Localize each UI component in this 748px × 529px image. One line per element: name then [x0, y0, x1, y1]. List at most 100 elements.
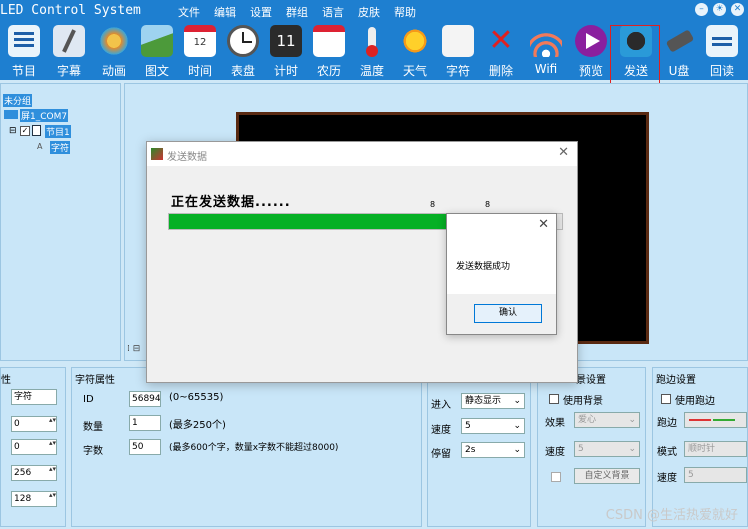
chars-hint: (最多600个字，数量x字数不能超过8000): [169, 443, 339, 453]
toolbar-delete-button[interactable]: ✕ 删除: [479, 22, 523, 80]
char-properties-panel: 字符属性 ID 56894 (0~65535) 数量 1 (最多250个) 字数…: [71, 367, 422, 527]
delete-icon: ✕: [488, 25, 514, 57]
app-title: LED Control System: [0, 3, 141, 18]
toolbar-preview-button[interactable]: 预览: [569, 22, 613, 80]
program-checkbox[interactable]: ✓: [20, 126, 30, 136]
tree-program-node[interactable]: 节目1: [45, 125, 71, 138]
program-tree-panel: 未分组 屏1_COM7 ⊟ ✓ 节目1 A͏ 字符: [0, 83, 121, 361]
border-speed-select[interactable]: 5: [684, 467, 747, 483]
send-dialog-title: 发送数据: [167, 152, 207, 163]
program-icon-small: [32, 125, 41, 136]
canvas-handle-icon: ⁞ ⊟: [127, 344, 141, 354]
toolbar-weather-button[interactable]: 天气: [393, 22, 437, 80]
border-style-select[interactable]: [684, 412, 747, 428]
toolbar-time-button[interactable]: 12 时间: [178, 22, 222, 80]
menu-file[interactable]: 文件: [178, 4, 200, 20]
custom-background-button[interactable]: 自定义背景: [574, 468, 640, 484]
pos-x-stepper[interactable]: 0: [11, 416, 57, 432]
tree-character-node[interactable]: 字符: [50, 141, 71, 154]
usb-drive-icon: [663, 25, 695, 57]
lunar-calendar-icon: [313, 25, 345, 57]
app-logo-icon: [151, 148, 163, 160]
border-style-swatch: [689, 419, 711, 421]
menu-edit[interactable]: 编辑: [214, 4, 236, 20]
bg-effect-select[interactable]: 爱心 ⌄: [574, 412, 640, 428]
id-field[interactable]: 56894: [129, 391, 161, 407]
toolbar-character-button[interactable]: 字符: [436, 22, 480, 80]
toolbar-readback-button[interactable]: 回读: [700, 22, 744, 80]
char-properties-header: 字符属性: [75, 375, 115, 386]
thermometer-icon: [356, 25, 388, 57]
clock-icon: [227, 25, 259, 57]
close-icon[interactable]: ✕: [538, 217, 549, 232]
menu-bar: 文件 编辑 设置 群组 语言 皮肤 帮助: [178, 4, 430, 20]
minimize-icon[interactable]: –: [695, 3, 708, 16]
border-style-label: 跑边: [657, 418, 677, 429]
border-settings-panel: 跑边设置 使用跑边 跑边 模式 顺时针 速度 5: [652, 367, 748, 527]
width-stepper[interactable]: 256: [11, 465, 57, 481]
collapse-icon[interactable]: ⊟: [9, 126, 17, 136]
chevron-down-icon: ⌄: [513, 421, 521, 431]
menu-skin[interactable]: 皮肤: [358, 4, 380, 20]
bg-speed-label: 速度: [545, 447, 565, 458]
close-icon[interactable]: ✕: [731, 3, 744, 16]
chevron-down-icon: ⌄: [628, 444, 636, 454]
animation-icon: [98, 25, 130, 57]
menu-help[interactable]: 帮助: [394, 4, 416, 20]
chevron-down-icon: ⌄: [513, 445, 521, 455]
stay-time-select[interactable]: 2s ⌄: [461, 442, 525, 458]
success-dialog-body: ✕ 发送数据成功: [447, 214, 556, 294]
bg-effect-label: 效果: [545, 418, 565, 429]
toolbar-usb-button[interactable]: U盘: [657, 22, 701, 80]
character-icon: [442, 25, 474, 57]
count-field[interactable]: 1: [129, 415, 161, 431]
tree-group-node[interactable]: 未分组: [3, 94, 33, 107]
toolbar-wifi-button[interactable]: Wifi: [524, 22, 568, 80]
toolbar-temperature-button[interactable]: 温度: [350, 22, 394, 80]
count-hint: (最多250个): [169, 420, 226, 431]
use-border-checkbox[interactable]: [661, 394, 671, 404]
menu-group[interactable]: 群组: [286, 4, 308, 20]
id-label: ID: [83, 394, 94, 405]
background-settings-header: 景设置: [576, 375, 606, 386]
effects-panel: 进入 静态显示 ⌄ 速度 5 ⌄ 停留 2s ⌄: [427, 367, 531, 527]
pos-y-stepper[interactable]: 0: [11, 439, 57, 455]
enter-speed-select[interactable]: 5 ⌄: [461, 418, 525, 434]
toolbar-dial-button[interactable]: 表盘: [221, 22, 265, 80]
ok-button[interactable]: 确认: [474, 304, 542, 323]
toolbar-image-text-button[interactable]: 图文: [135, 22, 179, 80]
toolbar-timer-button[interactable]: 11 计时: [264, 22, 308, 80]
background-settings-panel: 景设置 使用背景 效果 爱心 ⌄ 速度 5 ⌄ 自定义背景: [537, 367, 646, 527]
close-icon[interactable]: ✕: [558, 145, 569, 160]
chevron-down-icon: ⌄: [513, 396, 521, 406]
toolbar-program-button[interactable]: 节目: [2, 22, 46, 80]
menu-settings[interactable]: 设置: [250, 4, 272, 20]
monitor-icon: [4, 110, 18, 119]
watermark-text: CSDN @生活热爱就好: [605, 508, 738, 523]
timer-icon: 11: [270, 25, 302, 57]
preview-icon: [575, 25, 607, 57]
enter-effect-select[interactable]: 静态显示 ⌄: [461, 393, 525, 409]
character-node-icon: A͏: [37, 142, 43, 151]
enter-speed-label: 速度: [431, 425, 451, 436]
sun-icon: [399, 25, 431, 57]
border-mode-select[interactable]: 顺时针: [684, 441, 747, 457]
base-properties-header: 性: [1, 375, 11, 386]
skin-icon[interactable]: ☀: [713, 3, 726, 16]
window-controls: – ☀ ✕: [695, 3, 744, 16]
title-bar: LED Control System 文件 编辑 设置 群组 语言 皮肤 帮助 …: [0, 0, 748, 22]
tree-screen-node[interactable]: 屏1_COM7: [20, 109, 69, 122]
item-name-field[interactable]: 字符: [11, 389, 57, 405]
use-background-checkbox[interactable]: [549, 394, 559, 404]
height-stepper[interactable]: 128: [11, 491, 57, 507]
border-style-swatch-green: [713, 419, 735, 421]
toolbar-lunar-button[interactable]: 农历: [307, 22, 351, 80]
toolbar-animation-button[interactable]: 动画: [92, 22, 136, 80]
toolbar-subtitle-button[interactable]: 字幕: [47, 22, 91, 80]
menu-language[interactable]: 语言: [322, 4, 344, 20]
bg-speed-select[interactable]: 5 ⌄: [574, 441, 640, 457]
custom-bg-checkbox[interactable]: [551, 472, 561, 482]
chars-field[interactable]: 50: [129, 439, 161, 455]
read-back-icon: [706, 25, 738, 57]
id-hint: (0~65535): [169, 392, 224, 403]
